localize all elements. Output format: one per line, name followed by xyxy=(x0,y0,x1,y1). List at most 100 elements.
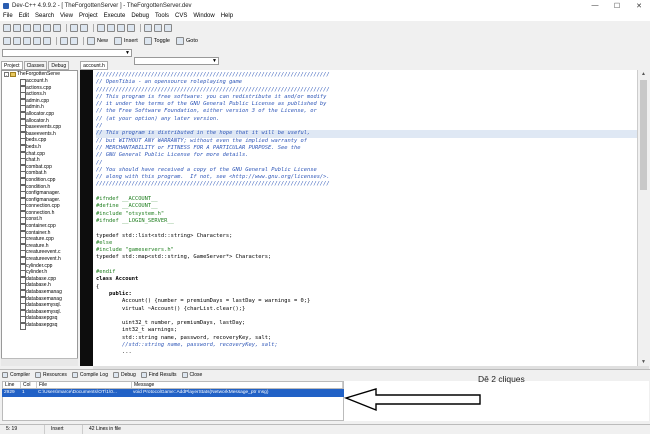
redo-icon[interactable] xyxy=(80,24,88,32)
tree-file-item[interactable]: container.cpp xyxy=(2,223,77,231)
find-next-icon[interactable] xyxy=(117,24,125,32)
tree-file-item[interactable]: cylinder.cpp xyxy=(2,263,77,271)
code-line[interactable]: std::string name, password, recoveryKey,… xyxy=(96,335,637,342)
remove-from-project-icon[interactable] xyxy=(154,24,162,32)
tree-file-item[interactable]: condition.cpp xyxy=(2,177,77,185)
code-editor[interactable]: ////////////////////////////////////////… xyxy=(93,70,637,366)
menu-window[interactable]: Window xyxy=(193,13,214,19)
code-line[interactable]: // GNU General Public License for more d… xyxy=(96,152,637,159)
scroll-up-icon[interactable]: ▲ xyxy=(641,71,646,77)
code-line[interactable]: // xyxy=(96,160,637,167)
menu-debug[interactable]: Debug xyxy=(131,13,149,19)
tab-compile-log[interactable]: Compile Log xyxy=(71,372,108,378)
tree-file-item[interactable]: baseevents.cpp xyxy=(2,124,77,132)
print-icon[interactable] xyxy=(53,24,61,32)
tree-file-item[interactable]: chat.cpp xyxy=(2,151,77,159)
code-line[interactable]: #define __ACCOUNT__ xyxy=(96,203,637,210)
results-row-selected[interactable]: 2929 1 C:\Users\marce\Documents\OT\1\0..… xyxy=(2,389,344,397)
tree-file-item[interactable]: allocator.cpp xyxy=(2,111,77,119)
tree-file-item[interactable]: condition.h xyxy=(2,184,77,192)
code-line[interactable]: { xyxy=(96,284,637,291)
code-line[interactable]: public: xyxy=(96,291,637,298)
maximize-button[interactable]: ☐ xyxy=(606,2,628,10)
compile-run-icon[interactable] xyxy=(23,37,31,45)
tree-file-item[interactable]: creatureevent.h xyxy=(2,256,77,264)
menu-execute[interactable]: Execute xyxy=(104,13,126,19)
code-line[interactable]: // OpenTibia - an opensource roleplaying… xyxy=(96,79,637,86)
menu-project[interactable]: Project xyxy=(79,13,98,19)
tree-file-item[interactable]: beds.cpp xyxy=(2,137,77,145)
tree-file-item[interactable]: databasemysql. xyxy=(2,309,77,317)
code-line[interactable]: int32_t warnings; xyxy=(96,327,637,334)
tree-file-item[interactable]: account.h xyxy=(2,78,77,86)
tab-close[interactable]: Close xyxy=(181,372,202,378)
code-line[interactable] xyxy=(96,225,637,232)
code-line[interactable]: // You should have received a copy of th… xyxy=(96,167,637,174)
tree-file-item[interactable]: creature.h xyxy=(2,243,77,251)
tab-account-h[interactable]: account.h xyxy=(80,61,108,70)
tree-horizontal-scrollbar[interactable] xyxy=(1,358,78,366)
code-line[interactable]: // it under the terms of the GNU General… xyxy=(96,101,637,108)
member-combo[interactable]: ▼ xyxy=(134,57,219,65)
tree-file-item[interactable]: connection.h xyxy=(2,210,77,218)
code-line[interactable]: Account() {number = premiumDays = lastDa… xyxy=(96,298,637,305)
tree-root[interactable]: - TheForgottenServe xyxy=(2,71,77,78)
menu-help[interactable]: Help xyxy=(221,13,233,19)
code-line[interactable] xyxy=(96,313,637,320)
tab-compiler[interactable]: Compiler xyxy=(2,372,30,378)
compile-icon[interactable] xyxy=(3,37,11,45)
code-line[interactable]: // MERCHANTABILITY or FITNESS FOR A PART… xyxy=(96,145,637,152)
tab-find-results[interactable]: Find Results xyxy=(140,372,177,378)
menu-cvs[interactable]: CVS xyxy=(175,13,187,19)
code-line[interactable]: #include "gameservers.h" xyxy=(96,247,637,254)
tree-file-item[interactable]: allocator.h xyxy=(2,118,77,126)
tree-file-item[interactable]: databasepgsq xyxy=(2,322,77,330)
tab-resources[interactable]: Resources xyxy=(35,372,67,378)
code-line[interactable] xyxy=(96,189,637,196)
undo-icon[interactable] xyxy=(70,24,78,32)
toggle-button[interactable]: Toggle xyxy=(143,37,170,45)
code-line[interactable]: ////////////////////////////////////////… xyxy=(96,72,637,79)
tree-file-item[interactable]: database.cpp xyxy=(2,276,77,284)
tree-file-item[interactable]: admin.cpp xyxy=(2,98,77,106)
tab-project[interactable]: Project xyxy=(1,61,23,70)
tree-file-item[interactable]: combat.cpp xyxy=(2,164,77,172)
code-line[interactable]: class Account xyxy=(96,276,637,283)
run-icon[interactable] xyxy=(13,37,21,45)
col-col-header[interactable]: Col xyxy=(21,382,37,388)
scroll-thumb[interactable] xyxy=(640,80,647,190)
code-line[interactable]: ////////////////////////////////////////… xyxy=(96,87,637,94)
close-file-icon[interactable] xyxy=(43,24,51,32)
code-line[interactable]: typedef std::map<std::string, GameServer… xyxy=(96,254,637,261)
results-list-area[interactable] xyxy=(2,397,344,421)
minimize-button[interactable]: — xyxy=(584,2,606,9)
code-line[interactable]: ... xyxy=(96,349,637,356)
col-line-header[interactable]: Line xyxy=(3,382,21,388)
save-all-icon[interactable] xyxy=(33,24,41,32)
help-icon[interactable] xyxy=(60,37,68,45)
tree-file-item[interactable]: connection.cpp xyxy=(2,203,77,211)
collapse-icon[interactable]: - xyxy=(4,72,9,77)
menu-edit[interactable]: Edit xyxy=(19,13,29,19)
tree-file-item[interactable]: configmanager. xyxy=(2,190,77,198)
code-line[interactable]: // This program is distributed in the ho… xyxy=(96,130,637,138)
goto-button[interactable]: Goto xyxy=(176,37,198,45)
code-line[interactable]: #ifndef __LOGIN_SERVER__ xyxy=(96,218,637,225)
class-combo[interactable]: ▼ xyxy=(2,49,132,57)
menu-tools[interactable]: Tools xyxy=(155,13,169,19)
menu-file[interactable]: File xyxy=(3,13,13,19)
code-line[interactable]: // xyxy=(96,123,637,130)
tree-file-item[interactable]: container.h xyxy=(2,230,77,238)
tree-file-item[interactable]: cylinder.h xyxy=(2,269,77,277)
about-icon[interactable] xyxy=(70,37,78,45)
code-line[interactable]: uint32_t number, premiumDays, lastDay; xyxy=(96,320,637,327)
code-line[interactable]: //std::string name, password, recoveryKe… xyxy=(96,342,637,349)
project-tree[interactable]: - TheForgottenServe account.h actions.cpp… xyxy=(1,70,78,366)
code-line[interactable]: #endif xyxy=(96,269,637,276)
save-icon[interactable] xyxy=(23,24,31,32)
tree-file-item[interactable]: configmanager. xyxy=(2,197,77,205)
col-file-header[interactable]: File xyxy=(37,382,132,388)
scroll-down-icon[interactable]: ▼ xyxy=(641,359,646,365)
tree-file-item[interactable]: databasemysql. xyxy=(2,302,77,310)
open-project-icon[interactable] xyxy=(3,24,11,32)
